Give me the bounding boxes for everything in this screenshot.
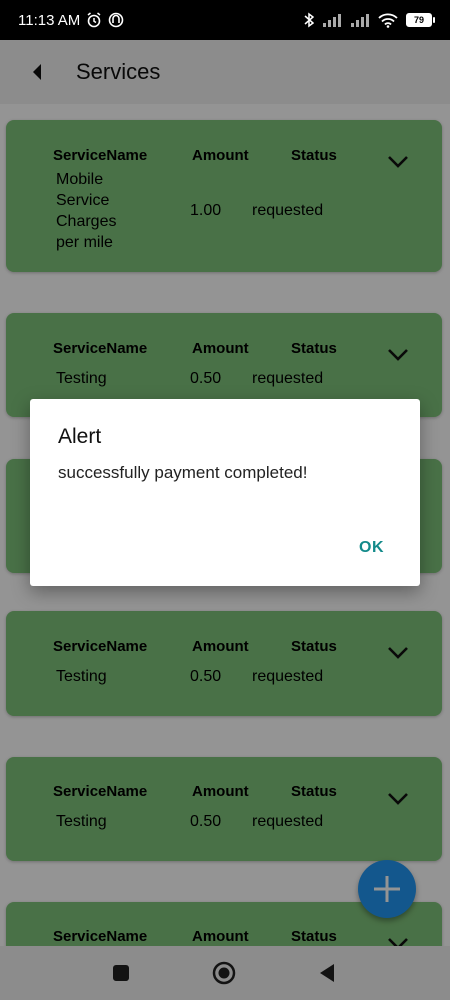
bluetooth-icon bbox=[304, 12, 314, 28]
alarm-icon bbox=[86, 12, 102, 28]
status-time: 11:13 AM bbox=[18, 11, 81, 29]
dialog-message: successfully payment completed! bbox=[58, 463, 308, 482]
wifi-icon bbox=[378, 13, 398, 28]
ok-button[interactable]: OK bbox=[359, 539, 384, 557]
dialog-title: Alert bbox=[58, 425, 102, 448]
app-notification-icon bbox=[108, 12, 124, 28]
signal-icon-2 bbox=[350, 13, 370, 27]
status-bar: 11:13 AM 79 bbox=[0, 0, 450, 40]
battery-icon: 79 bbox=[406, 13, 435, 27]
signal-icon bbox=[322, 13, 342, 27]
alert-dialog: Alert successfully payment completed! OK bbox=[30, 399, 420, 586]
